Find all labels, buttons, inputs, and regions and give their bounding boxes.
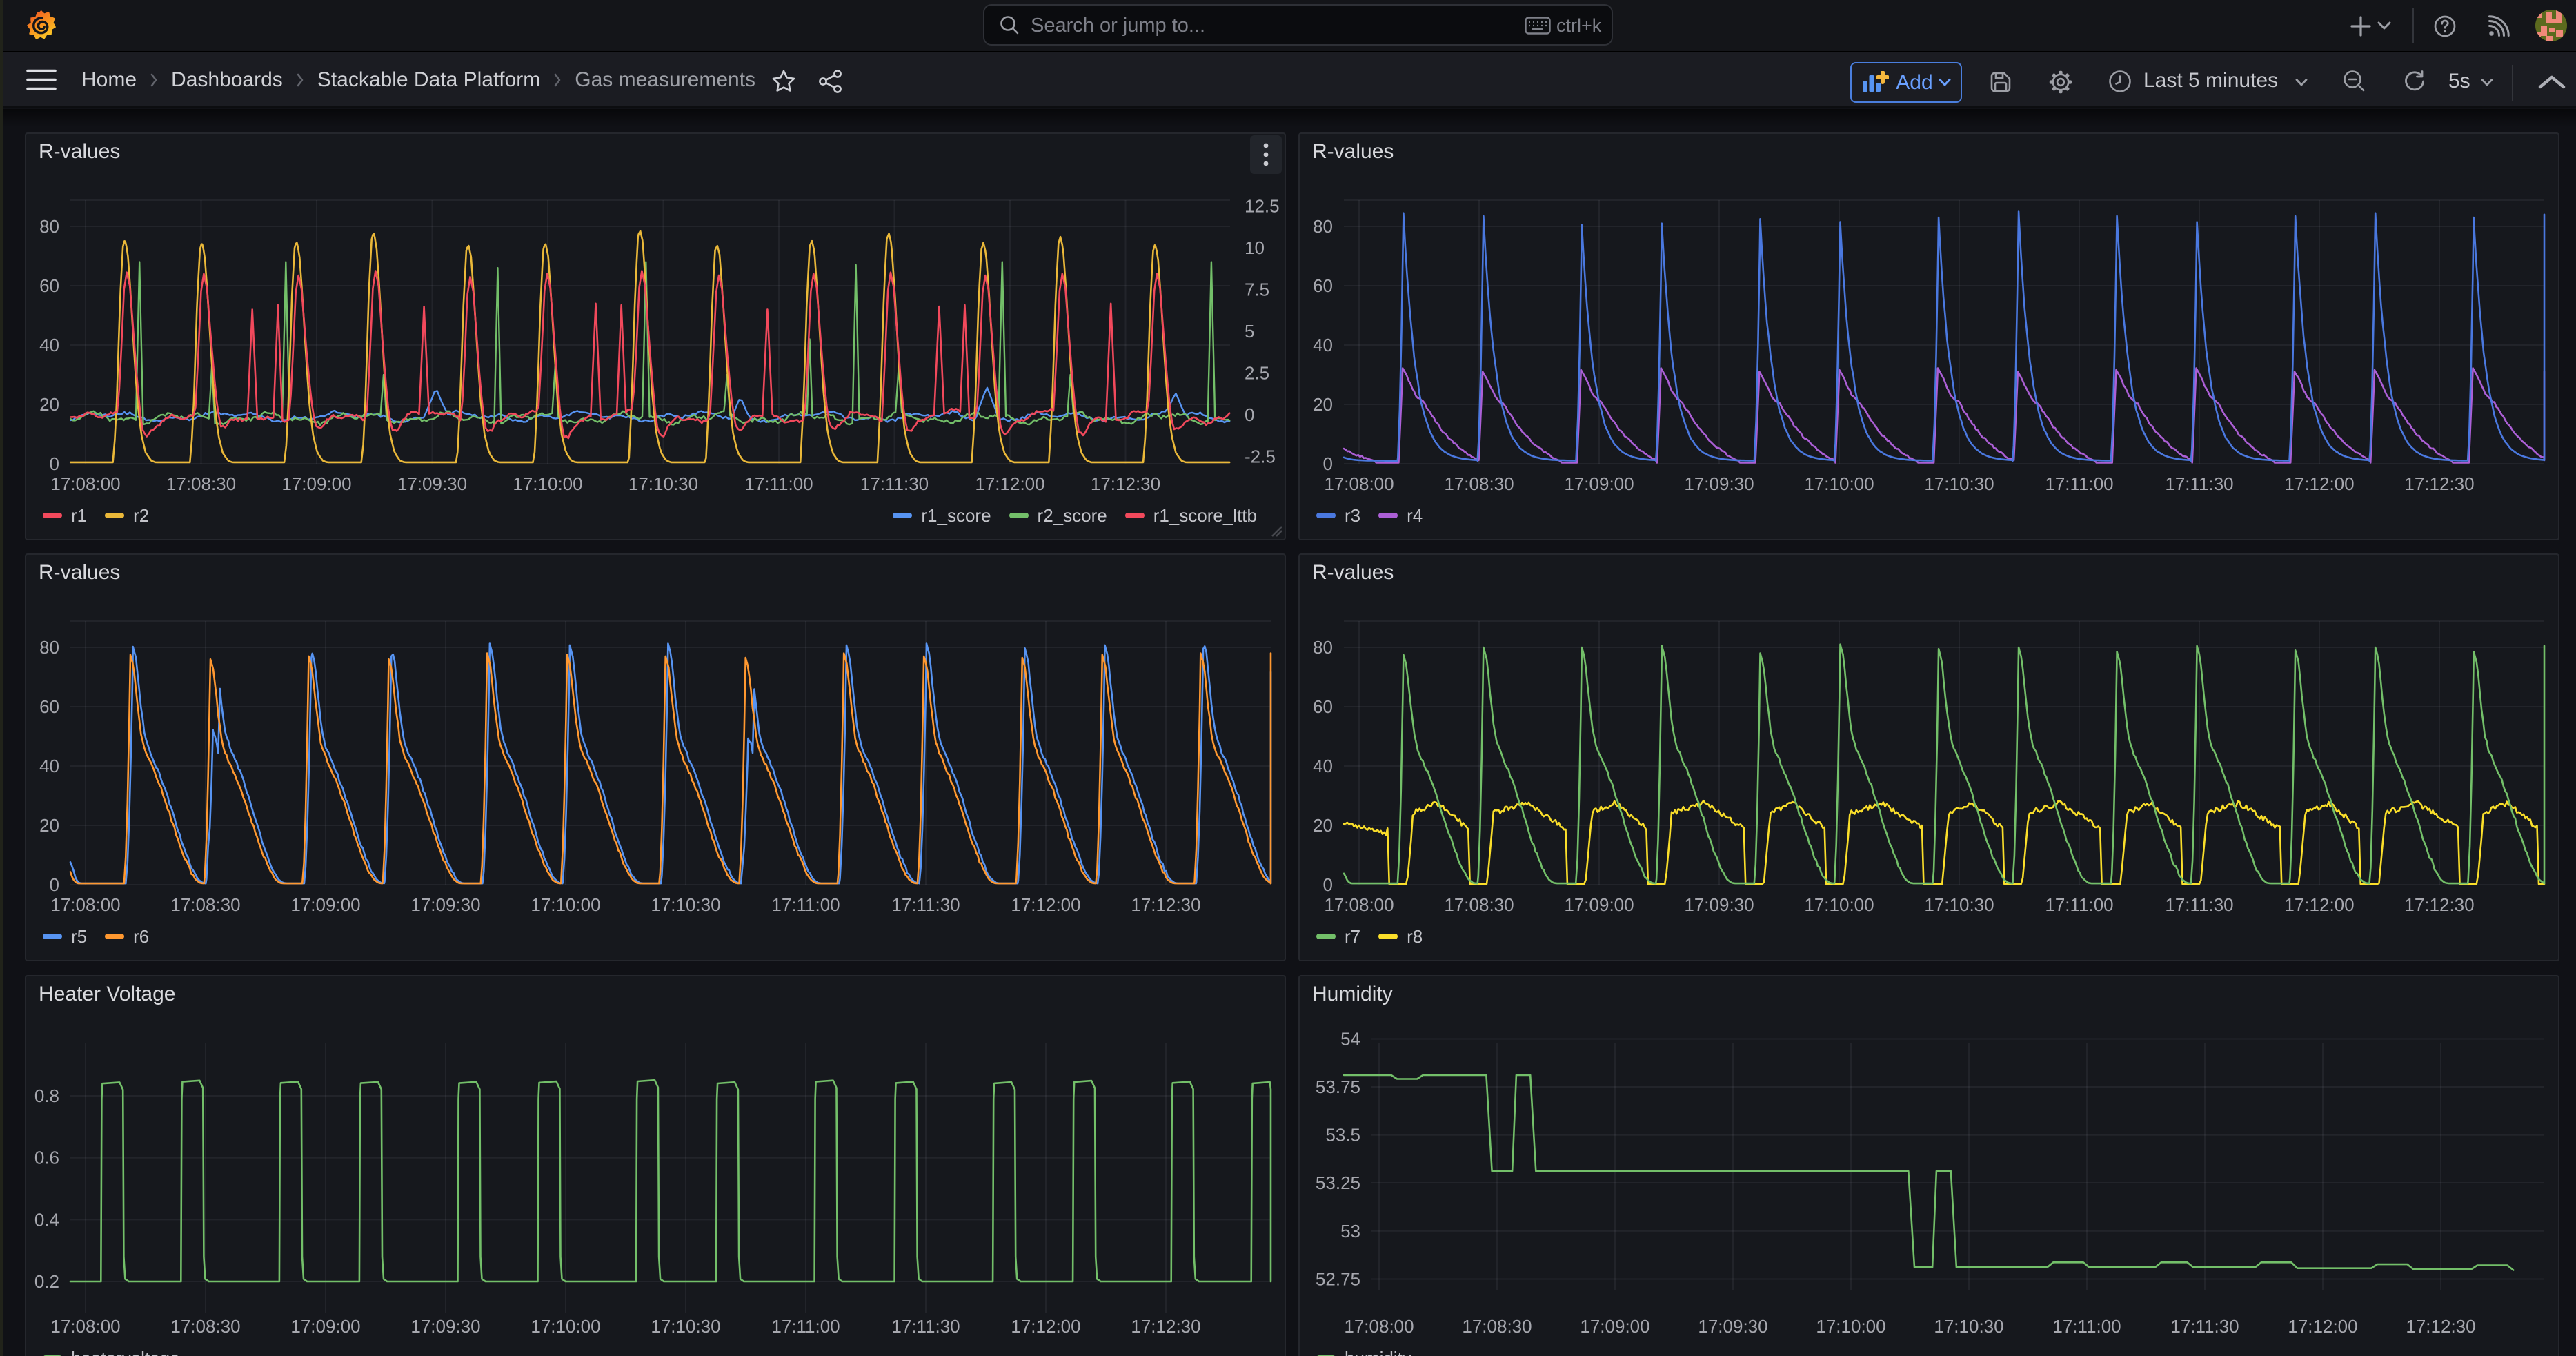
svg-text:17:08:00: 17:08:00: [1324, 894, 1394, 915]
svg-text:60: 60: [1313, 275, 1333, 296]
svg-text:60: 60: [1313, 696, 1333, 717]
svg-text:17:12:30: 17:12:30: [2404, 894, 2474, 915]
svg-text:17:11:00: 17:11:00: [2052, 1316, 2121, 1337]
svg-text:17:09:00: 17:09:00: [281, 473, 351, 494]
svg-text:17:08:30: 17:08:30: [1444, 473, 1514, 494]
svg-text:17:12:30: 17:12:30: [2404, 473, 2474, 494]
svg-text:17:11:30: 17:11:30: [2165, 894, 2233, 915]
svg-text:17:08:30: 17:08:30: [170, 1316, 240, 1337]
svg-text:0.8: 0.8: [34, 1085, 59, 1106]
svg-text:10: 10: [1245, 237, 1265, 258]
svg-text:17:08:00: 17:08:00: [1324, 473, 1394, 494]
svg-text:17:11:30: 17:11:30: [860, 473, 929, 494]
svg-text:80: 80: [39, 637, 59, 658]
svg-text:17:10:30: 17:10:30: [628, 473, 698, 494]
svg-text:20: 20: [39, 815, 59, 836]
svg-text:17:12:00: 17:12:00: [2284, 894, 2354, 915]
svg-text:17:09:30: 17:09:30: [1698, 1316, 1767, 1337]
svg-text:-2.5: -2.5: [1245, 446, 1276, 467]
svg-text:17:11:00: 17:11:00: [744, 473, 813, 494]
svg-text:17:10:30: 17:10:30: [651, 894, 720, 915]
svg-text:54: 54: [1340, 1029, 1360, 1050]
svg-text:0.6: 0.6: [34, 1148, 59, 1168]
svg-text:17:10:00: 17:10:00: [531, 894, 600, 915]
svg-text:53.5: 53.5: [1325, 1125, 1360, 1146]
svg-text:0: 0: [50, 874, 59, 895]
svg-text:52.75: 52.75: [1316, 1269, 1360, 1290]
svg-text:17:08:30: 17:08:30: [1462, 1316, 1532, 1337]
svg-text:17:11:00: 17:11:00: [771, 1316, 840, 1337]
svg-text:17:12:00: 17:12:00: [2288, 1316, 2357, 1337]
svg-text:17:10:00: 17:10:00: [531, 1316, 600, 1337]
svg-text:0.2: 0.2: [34, 1271, 59, 1292]
svg-text:80: 80: [1313, 637, 1333, 658]
svg-text:20: 20: [39, 394, 59, 415]
svg-text:40: 40: [1313, 756, 1333, 776]
svg-text:80: 80: [1313, 216, 1333, 237]
svg-text:17:11:00: 17:11:00: [2045, 473, 2113, 494]
svg-text:0.4: 0.4: [34, 1209, 59, 1230]
svg-text:17:11:00: 17:11:00: [2045, 894, 2113, 915]
svg-text:17:11:00: 17:11:00: [771, 894, 840, 915]
svg-text:17:08:00: 17:08:00: [1344, 1316, 1414, 1337]
svg-text:17:11:30: 17:11:30: [2170, 1316, 2239, 1337]
svg-text:20: 20: [1313, 394, 1333, 415]
svg-text:17:08:30: 17:08:30: [170, 894, 240, 915]
svg-text:17:09:00: 17:09:00: [290, 894, 360, 915]
svg-text:53.75: 53.75: [1316, 1077, 1360, 1097]
svg-text:17:12:00: 17:12:00: [1011, 1316, 1080, 1337]
svg-text:2.5: 2.5: [1245, 363, 1269, 384]
svg-text:17:11:30: 17:11:30: [2165, 473, 2233, 494]
svg-text:17:08:30: 17:08:30: [1444, 894, 1514, 915]
svg-text:17:11:30: 17:11:30: [891, 1316, 960, 1337]
svg-text:17:09:30: 17:09:30: [410, 894, 480, 915]
svg-text:17:12:00: 17:12:00: [975, 473, 1044, 494]
svg-text:17:09:00: 17:09:00: [1580, 1316, 1649, 1337]
svg-text:17:08:30: 17:08:30: [166, 473, 236, 494]
svg-text:40: 40: [39, 335, 59, 355]
svg-text:17:10:30: 17:10:30: [1934, 1316, 2003, 1337]
svg-text:53.25: 53.25: [1316, 1172, 1360, 1193]
svg-text:40: 40: [1313, 335, 1333, 355]
svg-text:17:09:30: 17:09:30: [1684, 894, 1754, 915]
svg-text:17:10:30: 17:10:30: [651, 1316, 720, 1337]
svg-text:20: 20: [1313, 815, 1333, 836]
svg-text:17:09:30: 17:09:30: [1684, 473, 1754, 494]
svg-text:12.5: 12.5: [1245, 196, 1280, 217]
svg-text:0: 0: [1323, 874, 1333, 895]
svg-text:17:12:00: 17:12:00: [2284, 473, 2354, 494]
svg-text:17:11:30: 17:11:30: [891, 894, 960, 915]
svg-text:0: 0: [50, 453, 59, 474]
svg-text:17:10:00: 17:10:00: [513, 473, 582, 494]
svg-text:0: 0: [1323, 453, 1333, 474]
svg-text:17:10:00: 17:10:00: [1804, 894, 1874, 915]
svg-text:17:09:30: 17:09:30: [397, 473, 467, 494]
svg-text:80: 80: [39, 216, 59, 237]
svg-text:17:09:00: 17:09:00: [290, 1316, 360, 1337]
svg-text:17:12:00: 17:12:00: [1011, 894, 1080, 915]
svg-text:17:12:30: 17:12:30: [2406, 1316, 2475, 1337]
svg-text:17:12:30: 17:12:30: [1091, 473, 1160, 494]
svg-text:60: 60: [39, 275, 59, 296]
svg-text:40: 40: [39, 756, 59, 776]
svg-text:17:10:30: 17:10:30: [1924, 894, 1994, 915]
svg-text:17:09:30: 17:09:30: [410, 1316, 480, 1337]
svg-text:17:10:00: 17:10:00: [1804, 473, 1874, 494]
svg-text:17:10:00: 17:10:00: [1816, 1316, 1885, 1337]
svg-text:17:10:30: 17:10:30: [1924, 473, 1994, 494]
svg-text:17:12:30: 17:12:30: [1131, 1316, 1200, 1337]
svg-text:17:09:00: 17:09:00: [1564, 894, 1634, 915]
svg-text:17:12:30: 17:12:30: [1131, 894, 1200, 915]
svg-text:0: 0: [1245, 404, 1254, 425]
svg-text:17:08:00: 17:08:00: [50, 894, 120, 915]
svg-text:17:09:00: 17:09:00: [1564, 473, 1634, 494]
svg-text:60: 60: [39, 696, 59, 717]
svg-text:53: 53: [1340, 1221, 1360, 1241]
svg-text:7.5: 7.5: [1245, 279, 1269, 300]
svg-text:17:08:00: 17:08:00: [50, 473, 120, 494]
svg-text:17:08:00: 17:08:00: [50, 1316, 120, 1337]
svg-text:5: 5: [1245, 321, 1254, 342]
